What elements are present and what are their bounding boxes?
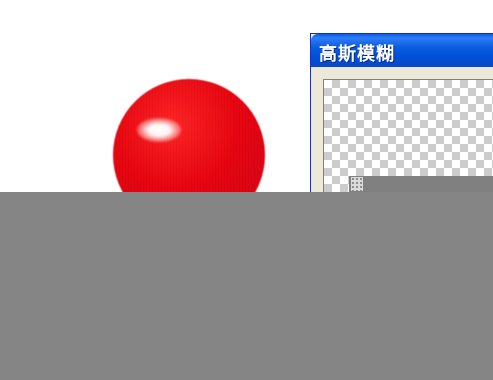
sphere-highlight	[137, 118, 181, 142]
document-canvas	[0, 0, 312, 231]
resize-grip-icon[interactable]	[351, 177, 363, 191]
gray-overlay	[0, 192, 493, 380]
screenshot-stage: 高斯模糊	[0, 0, 493, 380]
dialog-titlebar[interactable]: 高斯模糊	[311, 34, 493, 67]
dialog-title: 高斯模糊	[319, 44, 395, 65]
